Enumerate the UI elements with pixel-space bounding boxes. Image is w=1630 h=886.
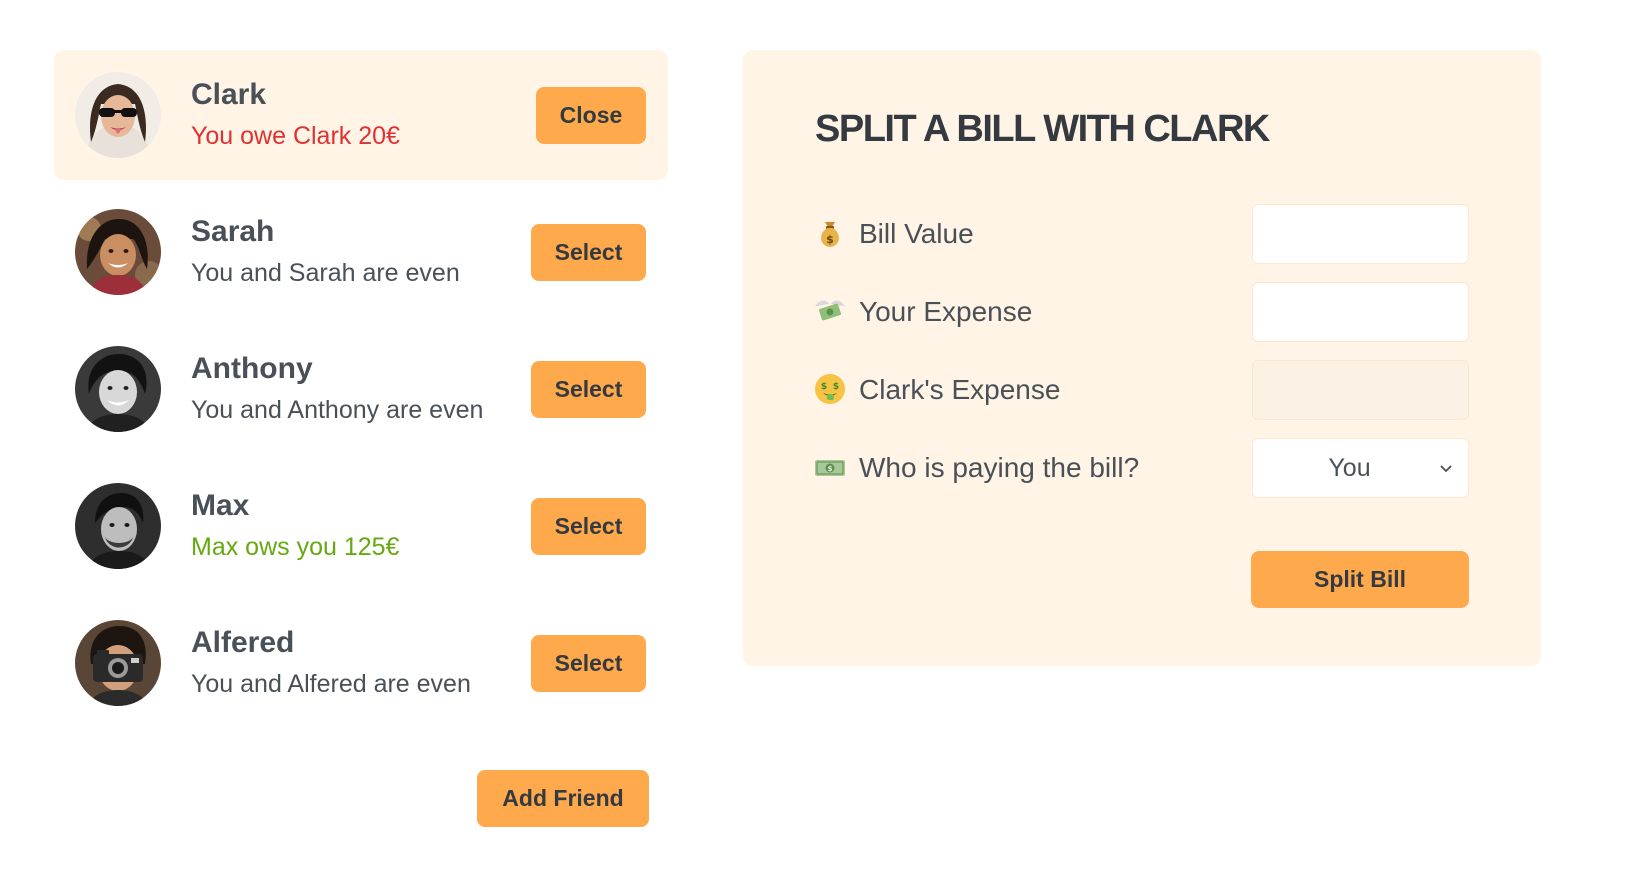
avatar-max: [75, 483, 161, 569]
eat-n-split-app: Clark You owe Clark 20€ Close Sarah You …: [0, 0, 1630, 886]
select-button[interactable]: Select: [531, 498, 646, 555]
friend-name: Alfered: [191, 626, 295, 659]
friend-balance-status: You owe Clark 20€: [191, 122, 400, 150]
money-mouth-face-icon: $ $: [813, 372, 847, 406]
friend-item-alfered: Alfered You and Alfered are even Select: [54, 598, 668, 728]
friends-list: Clark You owe Clark 20€ Close Sarah You …: [54, 50, 668, 735]
friend-expense-label: Clark's Expense: [859, 374, 1061, 405]
friend-item-clark: Clark You owe Clark 20€ Close: [54, 50, 668, 180]
svg-text:$: $: [821, 382, 827, 392]
money-bag-icon: $: [813, 216, 847, 250]
avatar-sarah: [75, 209, 161, 295]
friend-name: Max: [191, 489, 250, 522]
payer-row: $ Who is paying the bill? You: [813, 438, 1473, 502]
friend-expense-input: [1252, 360, 1469, 420]
friend-item-sarah: Sarah You and Sarah are even Select: [54, 187, 668, 317]
friend-name: Clark: [191, 78, 267, 111]
friend-item-anthony: Anthony You and Anthony are even Select: [54, 324, 668, 454]
bill-value-label: Bill Value: [859, 218, 974, 249]
friend-name: Sarah: [191, 215, 275, 248]
avatar-clark: [75, 72, 161, 158]
payer-select[interactable]: You: [1252, 438, 1469, 498]
bill-value-row: $ Bill Value: [813, 204, 1473, 268]
friend-balance-status: You and Alfered are even: [191, 670, 471, 698]
avatar-alfered: [75, 620, 161, 706]
svg-text:$: $: [828, 465, 833, 473]
payer-label: Who is paying the bill?: [859, 452, 1140, 483]
your-expense-input[interactable]: [1252, 282, 1469, 342]
payer-select-value: You: [1328, 453, 1371, 482]
your-expense-label: Your Expense: [859, 296, 1033, 327]
close-button[interactable]: Close: [536, 87, 646, 144]
svg-text:$: $: [826, 233, 834, 246]
avatar-anthony: [75, 346, 161, 432]
split-bill-button[interactable]: Split Bill: [1251, 551, 1469, 608]
dollar-banknote-icon: $: [813, 450, 847, 484]
bill-value-input[interactable]: [1252, 204, 1469, 264]
friend-item-max: Max Max ows you 125€ Select: [54, 461, 668, 591]
friend-expense-row: $ $ Clark's Expense: [813, 360, 1473, 424]
add-friend-button[interactable]: Add Friend: [477, 770, 649, 827]
friend-balance-status: You and Sarah are even: [191, 259, 460, 287]
chevron-down-icon: [1440, 465, 1452, 473]
friend-name: Anthony: [191, 352, 313, 385]
select-button[interactable]: Select: [531, 224, 646, 281]
friend-balance-status: Max ows you 125€: [191, 533, 400, 561]
select-button[interactable]: Select: [531, 635, 646, 692]
form-title: SPLIT A BILL WITH CLARK: [815, 108, 1270, 150]
money-with-wings-icon: [813, 294, 847, 328]
svg-text:$: $: [833, 382, 839, 392]
your-expense-row: Your Expense: [813, 282, 1473, 346]
friend-balance-status: You and Anthony are even: [191, 396, 484, 424]
split-bill-form: SPLIT A BILL WITH CLARK $ Bill Value You…: [743, 50, 1541, 666]
select-button[interactable]: Select: [531, 361, 646, 418]
